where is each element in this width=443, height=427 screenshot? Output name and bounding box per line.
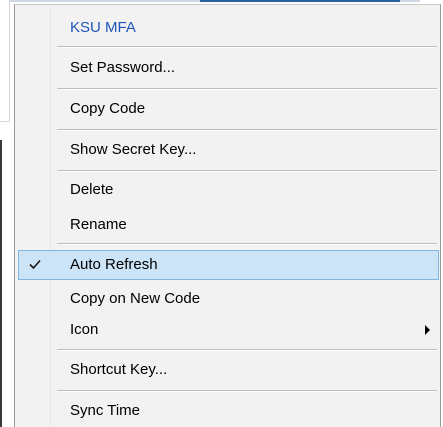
check-icon xyxy=(29,259,41,270)
menu-item-label: Auto Refresh xyxy=(70,256,158,273)
menu-separator xyxy=(57,390,437,392)
menu-separator xyxy=(57,170,437,172)
menu-header-label: KSU MFA xyxy=(70,19,136,36)
menu-item-copy-on-new-code[interactable]: Copy on New Code xyxy=(15,284,440,314)
menu-item-auto-refresh[interactable]: Auto Refresh xyxy=(18,250,439,280)
menu-item-label: Copy Code xyxy=(70,100,146,117)
menu-item-label: Set Password... xyxy=(70,59,176,76)
menu-separator xyxy=(57,46,437,48)
menu-item-icon[interactable]: Icon xyxy=(15,315,440,345)
screen: KSU MFA Set Password... Copy Code Show S… xyxy=(0,0,443,427)
menu-item-label: Shortcut Key... xyxy=(70,361,168,378)
menu-item-sync-time[interactable]: Sync Time xyxy=(15,396,440,426)
menu-item-copy-code[interactable]: Copy Code xyxy=(15,94,440,124)
menu-item-rename[interactable]: Rename xyxy=(15,210,440,240)
menu-separator xyxy=(57,349,437,351)
menu-item-set-password[interactable]: Set Password... xyxy=(15,53,440,83)
menu-item-delete[interactable]: Delete xyxy=(15,175,440,205)
menu-item-label: Icon xyxy=(70,321,99,338)
menu-item-label: Delete xyxy=(70,181,114,198)
menu-item-label: Copy on New Code xyxy=(70,290,201,307)
menu-item-label: Rename xyxy=(70,216,127,233)
background-window-title-edge xyxy=(200,0,400,2)
background-window-border xyxy=(0,140,2,427)
menu-item-shortcut-key[interactable]: Shortcut Key... xyxy=(15,355,440,385)
menu-item-label: Sync Time xyxy=(70,402,141,419)
menu-separator xyxy=(57,243,437,245)
submenu-arrow-icon xyxy=(425,325,430,335)
background-window xyxy=(0,0,10,122)
menu-separator xyxy=(57,88,437,90)
menu-separator xyxy=(57,129,437,131)
menu-header-account-name: KSU MFA xyxy=(15,13,440,43)
menu-item-label: Show Secret Key... xyxy=(70,141,197,158)
context-menu: KSU MFA Set Password... Copy Code Show S… xyxy=(14,4,441,427)
menu-item-show-secret-key[interactable]: Show Secret Key... xyxy=(15,135,440,165)
